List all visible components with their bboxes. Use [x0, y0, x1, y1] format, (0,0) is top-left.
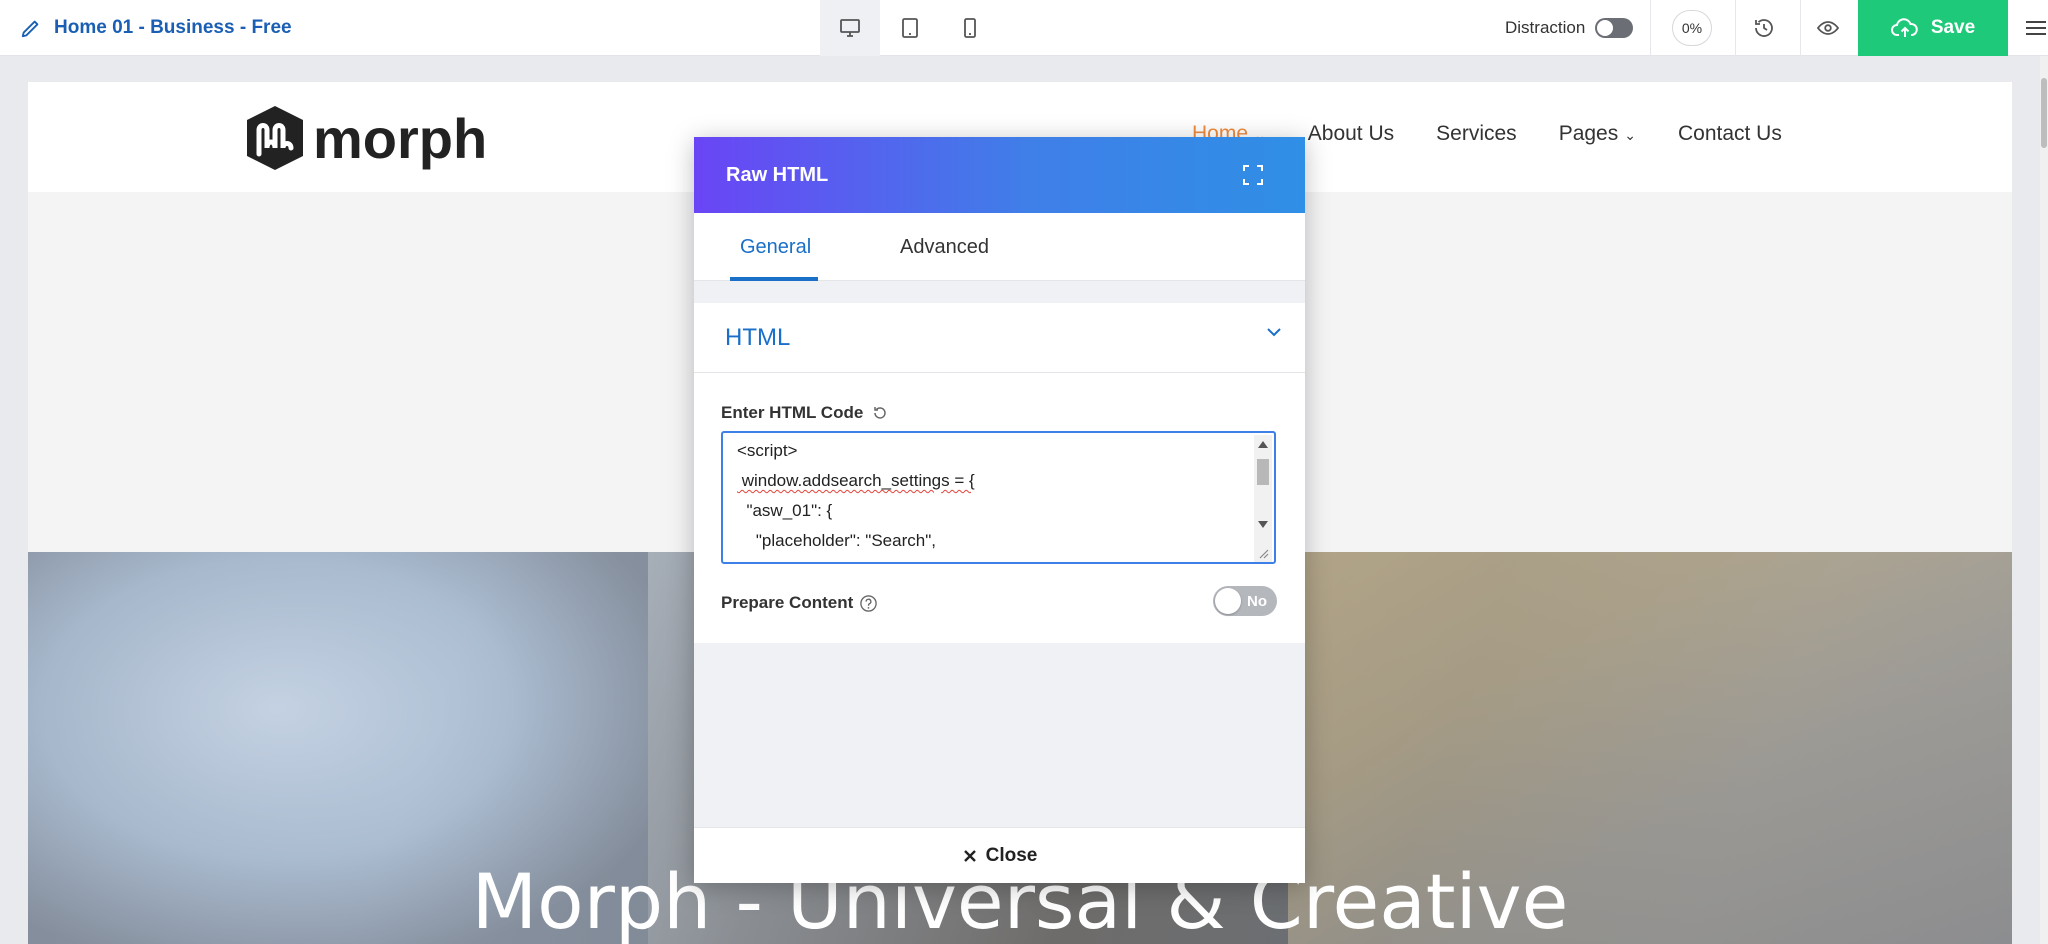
scroll-up-arrow-icon[interactable] — [1258, 441, 1268, 448]
code-line: <script> — [737, 441, 798, 460]
nav-item-about[interactable]: About Us — [1308, 122, 1394, 146]
eye-icon — [1816, 21, 1840, 35]
code-line-text: window.addsearch_settings = { — [737, 471, 975, 490]
reset-icon[interactable] — [871, 404, 889, 422]
tablet-icon — [902, 18, 918, 38]
toggle-state-label: No — [1247, 592, 1267, 610]
tablet-view-button[interactable] — [880, 0, 940, 56]
textarea-scroll-thumb[interactable] — [1257, 459, 1269, 485]
desktop-icon — [840, 19, 860, 37]
html-section-body: Enter HTML Code <script> window.addsearc… — [694, 373, 1305, 643]
save-button[interactable]: Save — [1858, 0, 2008, 56]
raw-html-modal: Raw HTML General Advanced HTML Enter HTM… — [694, 137, 1305, 883]
page-scrollbar[interactable] — [2040, 56, 2048, 944]
progress-indicator: 0% — [1672, 10, 1712, 46]
modal-tabs: General Advanced — [694, 213, 1305, 281]
pencil-icon — [21, 20, 39, 38]
resize-grip-icon[interactable] — [1257, 547, 1269, 559]
toggle-knob — [1215, 588, 1241, 614]
site-logo[interactable]: morph — [243, 104, 487, 172]
field-label-text: Enter HTML Code — [721, 403, 864, 422]
modal-title: Raw HTML — [726, 163, 829, 186]
history-button[interactable] — [1736, 0, 1792, 56]
cloud-upload-icon — [1890, 18, 1918, 37]
divider — [1650, 0, 1651, 56]
prepare-label-text: Prepare Content — [721, 593, 854, 612]
hamburger-menu-icon[interactable] — [2022, 14, 2048, 42]
active-tab-indicator — [730, 277, 818, 281]
prepare-content-label: Prepare Content — [721, 593, 878, 613]
page-scrollbar-thumb[interactable] — [2041, 78, 2047, 148]
html-code-textarea[interactable]: <script> window.addsearch_settings = { "… — [721, 431, 1276, 564]
tab-advanced[interactable]: Advanced — [900, 213, 989, 281]
logo-text: morph — [313, 106, 488, 170]
distraction-toggle-group: Distraction — [1505, 0, 1634, 56]
modal-header[interactable]: Raw HTML — [694, 137, 1305, 213]
morph-logo-mark — [247, 106, 303, 170]
help-icon[interactable] — [859, 594, 878, 613]
close-button[interactable]: Close — [694, 827, 1305, 883]
nav-item-contact[interactable]: Contact Us — [1678, 122, 1782, 146]
mobile-icon — [964, 18, 976, 38]
distraction-toggle[interactable] — [1595, 18, 1634, 38]
preview-button[interactable] — [1800, 0, 1856, 56]
save-label: Save — [1930, 17, 1976, 38]
chevron-down-icon: ⌄ — [1624, 127, 1636, 143]
section-title: HTML — [725, 324, 791, 351]
nav-label: Pages — [1558, 122, 1619, 145]
history-icon — [1755, 19, 1773, 37]
code-line: window.addsearch_settings = { — [737, 471, 975, 491]
html-section-header[interactable]: HTML — [694, 303, 1305, 373]
desktop-view-button[interactable] — [820, 0, 880, 56]
editor-toolbar: Home 01 - Business - Free Distraction 0%… — [0, 0, 2048, 56]
code-line: "placeholder": "Search", — [737, 531, 936, 550]
page-title-area[interactable]: Home 01 - Business - Free — [20, 0, 292, 56]
nav-item-pages[interactable]: Pages ⌄ — [1559, 122, 1636, 146]
distraction-label: Distraction — [1505, 18, 1586, 37]
close-icon — [963, 849, 976, 862]
page-title: Home 01 - Business - Free — [54, 17, 292, 38]
code-line: "asw_01": { — [737, 501, 833, 520]
chevron-down-icon — [1267, 328, 1281, 337]
close-label: Close — [985, 844, 1038, 866]
device-switcher — [820, 0, 1000, 56]
fullscreen-icon[interactable] — [1241, 163, 1265, 187]
mobile-view-button[interactable] — [940, 0, 1000, 56]
scroll-down-arrow-icon[interactable] — [1258, 521, 1268, 528]
tab-general[interactable]: General — [740, 213, 811, 281]
nav-item-services[interactable]: Services — [1436, 122, 1517, 146]
textarea-scrollbar[interactable] — [1254, 435, 1272, 562]
html-code-label: Enter HTML Code — [721, 403, 889, 423]
prepare-content-toggle[interactable]: No — [1213, 586, 1277, 616]
